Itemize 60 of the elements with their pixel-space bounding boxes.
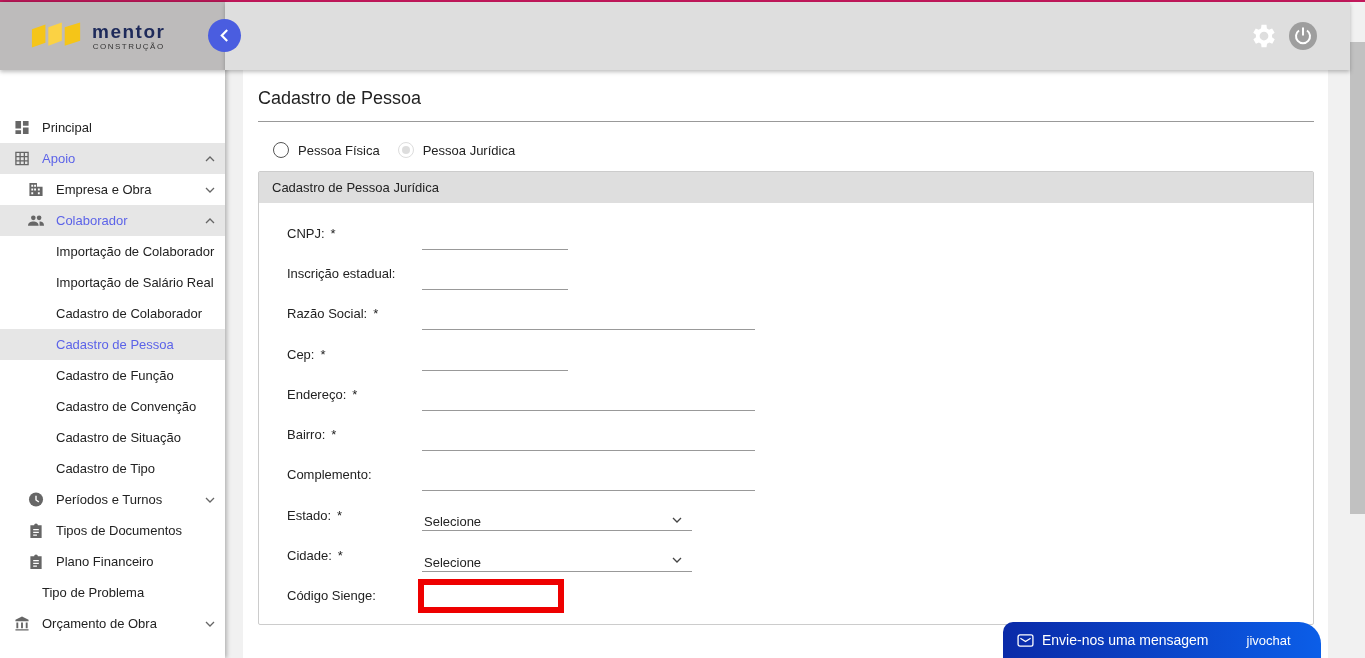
sidebar-item[interactable]: Orçamento de Obra (0, 608, 225, 639)
page-title: Cadastro de Pessoa (258, 70, 1314, 122)
chevron-down-icon (672, 516, 682, 523)
scrollbar-thumb[interactable] (1350, 42, 1365, 514)
bank-icon (14, 616, 30, 631)
sidebar-item[interactable]: Períodos e Turnos (0, 484, 225, 515)
envelope-icon (1017, 633, 1034, 647)
select-field[interactable]: Selecione (422, 549, 692, 572)
sidebar-item[interactable]: Cadastro de Pessoa (0, 329, 225, 360)
field-label: Código Sienge: (287, 588, 376, 604)
clipboard-icon (28, 554, 44, 569)
chat-widget-button[interactable]: Envie-nos uma mensagem jivochat (1003, 622, 1321, 658)
sidebar-item[interactable]: Importação de Colaborador (0, 236, 225, 267)
sidebar-item[interactable]: Colaborador (0, 205, 225, 236)
field-label: Cidade: (287, 548, 332, 563)
sidebar-item[interactable]: Principal (0, 112, 225, 143)
brand-name: mentor (92, 21, 166, 42)
field-label: Bairro: (287, 427, 326, 443)
radio-label: Pessoa Física (298, 142, 380, 158)
required-mark: * (320, 346, 326, 362)
sidebar-item[interactable]: Tipos de Documentos (0, 515, 225, 546)
sidebar-item[interactable]: Importação de Salário Real (0, 267, 225, 298)
required-mark: * (373, 306, 379, 322)
grid-icon (14, 151, 30, 166)
radio-label: Pessoa Jurídica (422, 142, 516, 158)
sidebar-item[interactable]: Cadastro de Tipo (0, 453, 225, 484)
field-label: CNPJ: (287, 225, 325, 241)
input-field[interactable] (418, 578, 564, 613)
sidebar-item[interactable]: Empresa e Obra (0, 174, 225, 205)
field-label: Complemento: (287, 467, 372, 483)
sidebar-item[interactable]: Tipo de Problema (0, 577, 225, 608)
required-mark: * (330, 225, 336, 241)
required-mark: * (352, 386, 358, 402)
required-mark: * (331, 427, 337, 443)
field-label: Cep: (287, 346, 315, 362)
panel-title: Cadastro de Pessoa Jurídica (272, 180, 439, 195)
required-mark: * (337, 507, 343, 523)
clipboard-icon (28, 523, 44, 538)
sidebar-item[interactable]: Apoio (0, 143, 225, 174)
chat-label: Envie-nos uma mensagem (1042, 632, 1209, 648)
sidebar-item[interactable]: Cadastro de Situação (0, 422, 225, 453)
people-icon (28, 213, 44, 228)
sidebar-item[interactable]: Plano Financeiro (0, 546, 225, 577)
dashboard-icon (14, 120, 30, 135)
field-label: Razão Social: (287, 306, 368, 322)
required-mark: * (337, 548, 343, 563)
clock-icon (28, 492, 44, 507)
building-icon (28, 182, 44, 197)
brand-tagline: CONSTRUÇÃO (92, 41, 165, 51)
sidebar-item[interactable]: Cadastro de Função (0, 360, 225, 391)
chevron-down-icon (672, 557, 682, 563)
field-label: Inscrição estadual: (287, 265, 396, 281)
chevron-left-icon (220, 28, 229, 42)
sidebar-item[interactable]: Cadastro de Colaborador (0, 298, 225, 329)
field-label: Endereço: (287, 386, 347, 402)
sidebar-item[interactable]: Cadastro de Convenção (0, 391, 225, 422)
chat-brand: jivochat (1246, 632, 1291, 648)
field-label: Estado: (287, 507, 332, 523)
select-field[interactable]: Selecione (422, 509, 692, 532)
power-icon[interactable] (1289, 22, 1317, 50)
